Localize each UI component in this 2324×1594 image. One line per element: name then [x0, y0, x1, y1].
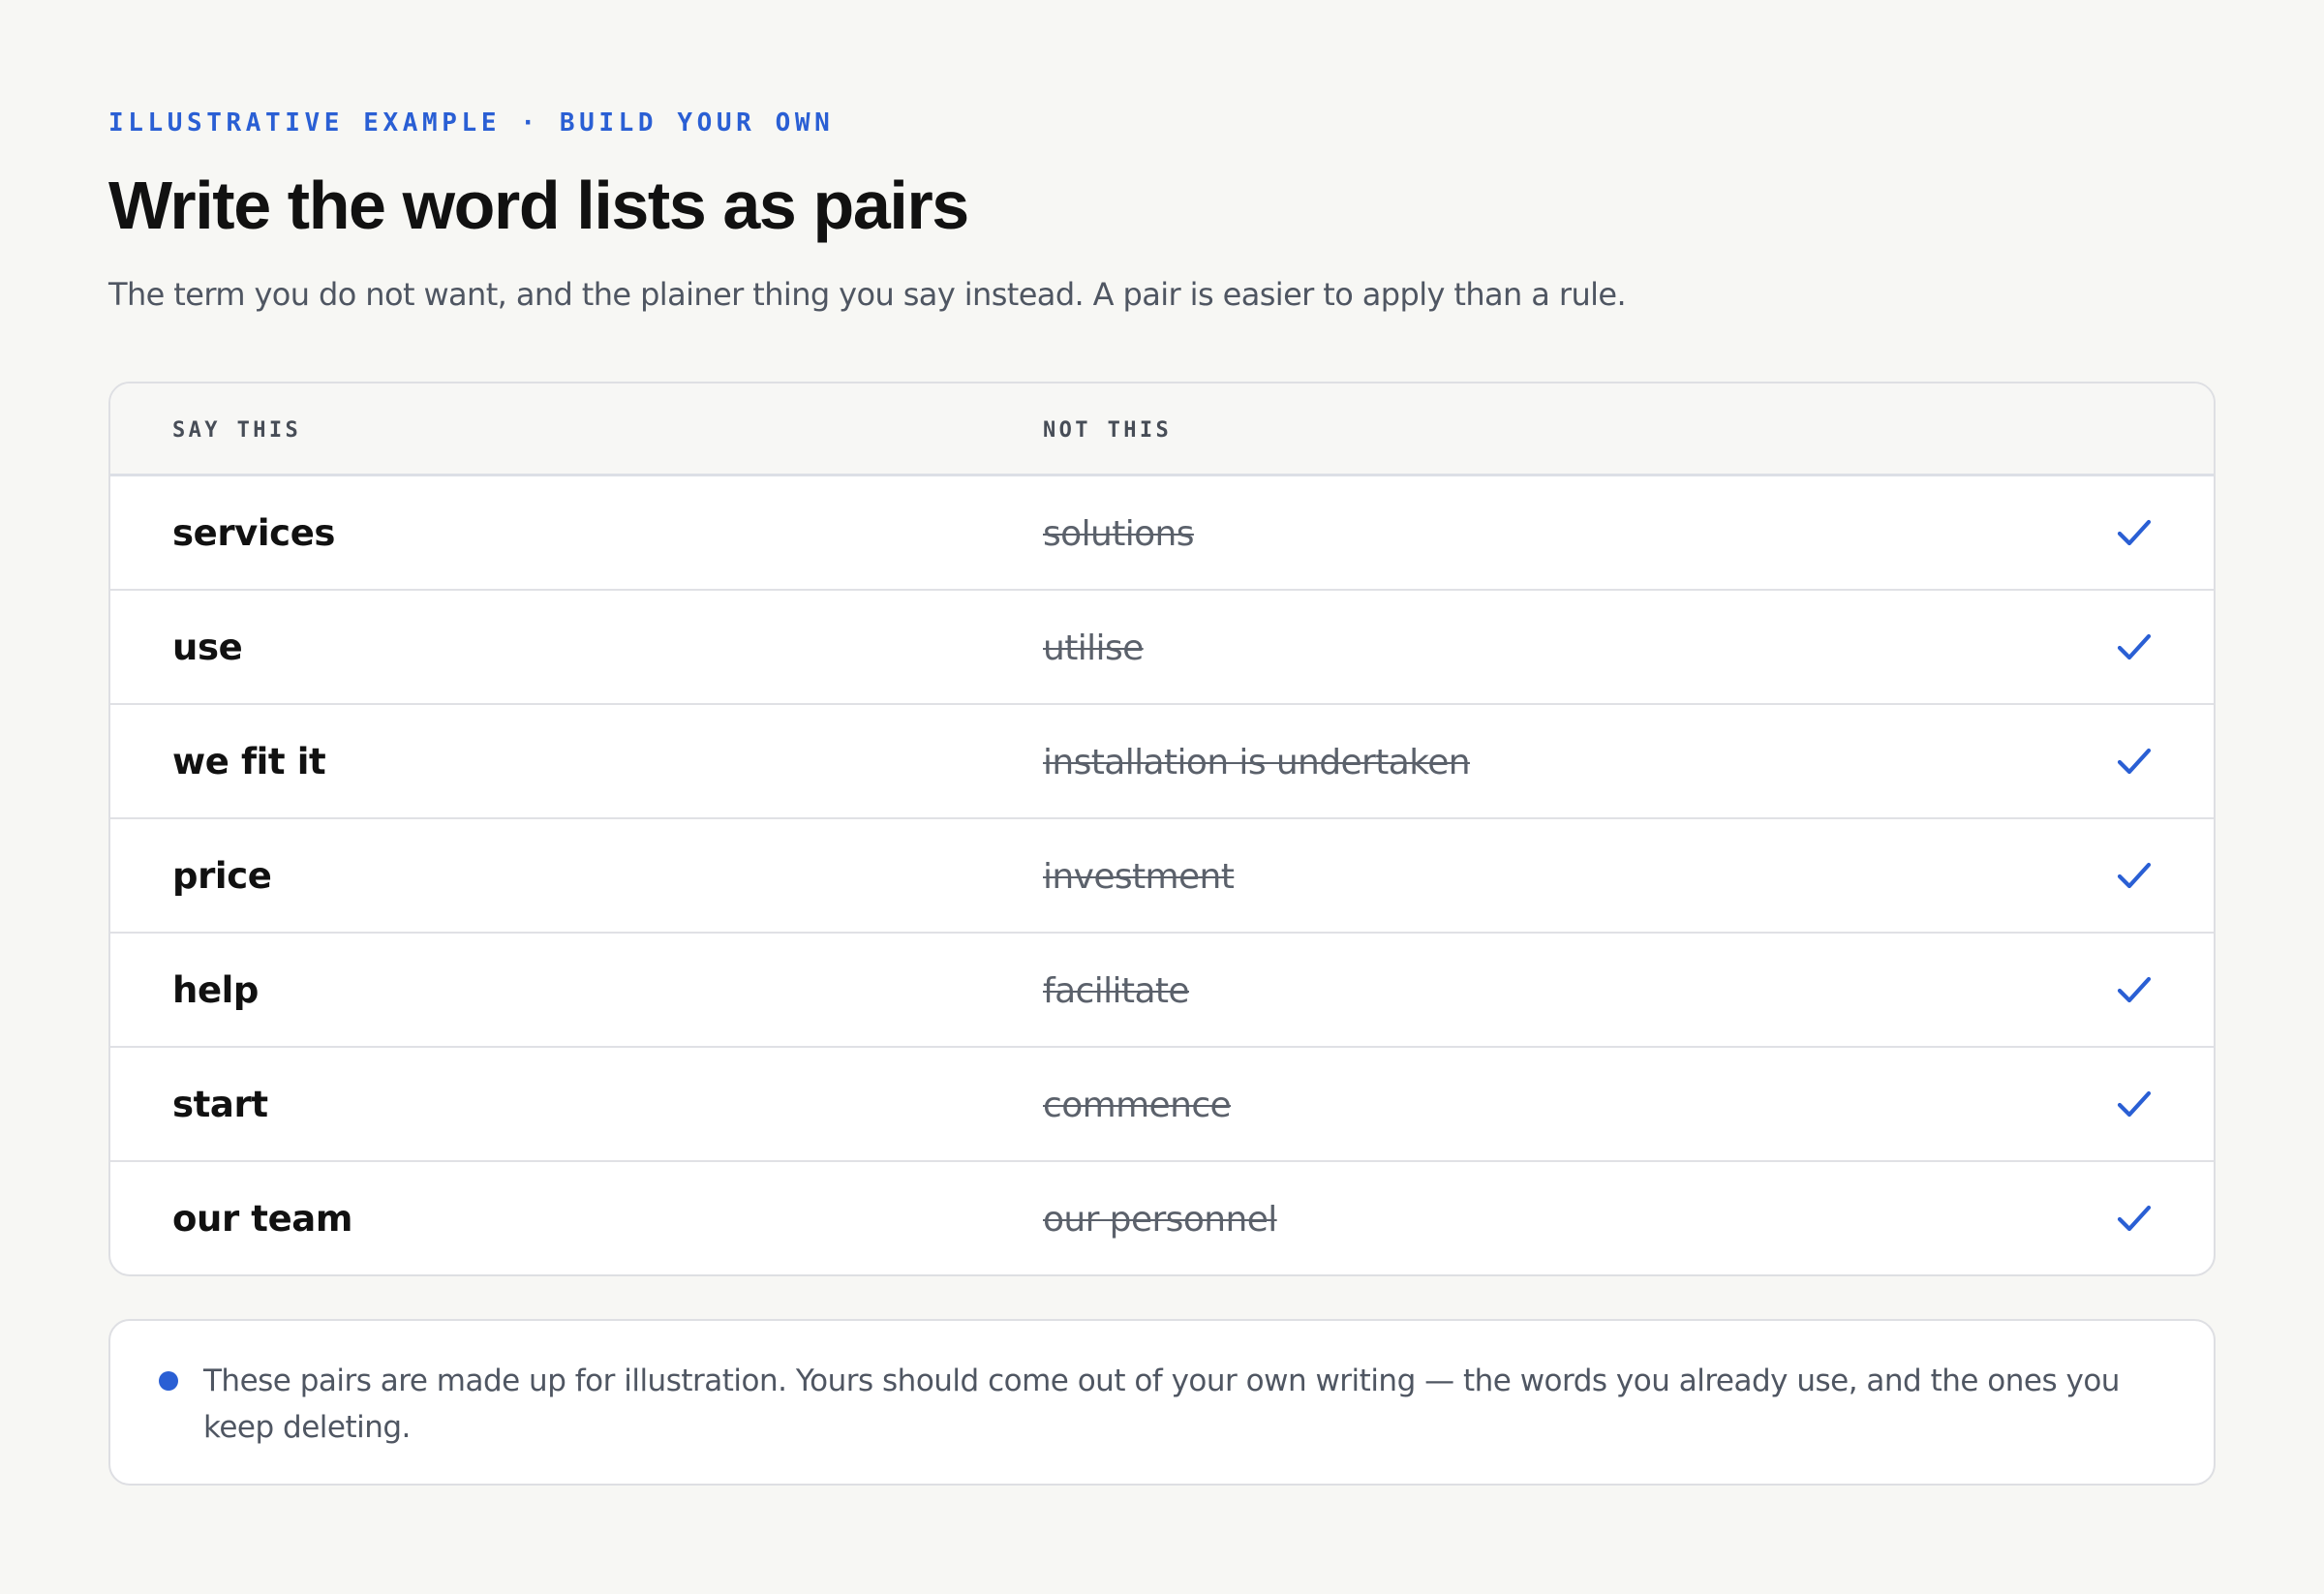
check-icon [2117, 519, 2152, 546]
column-header-not-this: NOT THIS [1043, 418, 1173, 443]
say-this-term: we fit it [172, 741, 326, 782]
say-this-term: our team [172, 1198, 352, 1240]
illustration-note: These pairs are made up for illustration… [108, 1319, 2216, 1486]
table-row: our team our personnel [110, 1162, 2214, 1274]
not-this-term: our personnel [1043, 1200, 1277, 1240]
table-row: price investment [110, 819, 2214, 934]
table-row: we fit it installation is undertaken [110, 705, 2214, 819]
check-icon [2117, 633, 2152, 660]
page-title: Write the word lists as pairs [108, 168, 969, 243]
table-row: use utilise [110, 591, 2214, 705]
check-icon [2117, 862, 2152, 889]
table-row: start commence [110, 1048, 2214, 1162]
table-row: help facilitate [110, 934, 2214, 1048]
say-this-term: use [172, 627, 243, 668]
not-this-term: solutions [1043, 514, 1195, 554]
column-header-say-this: SAY THIS [172, 418, 302, 443]
check-icon [2117, 1205, 2152, 1232]
not-this-term: commence [1043, 1086, 1232, 1125]
not-this-term: installation is undertaken [1043, 743, 1471, 782]
say-this-term: services [172, 512, 336, 554]
say-this-term: help [172, 969, 260, 1011]
bullet-dot-icon [159, 1371, 178, 1391]
not-this-term: facilitate [1043, 971, 1190, 1011]
say-this-term: price [172, 855, 272, 897]
table-header: SAY THIS NOT THIS [110, 383, 2214, 476]
word-pairs-table: SAY THIS NOT THIS services solutions use… [108, 382, 2216, 1276]
table-row: services solutions [110, 476, 2214, 591]
not-this-term: investment [1043, 857, 1235, 897]
not-this-term: utilise [1043, 628, 1144, 668]
say-this-term: start [172, 1084, 268, 1125]
page-subtitle: The term you do not want, and the plaine… [108, 276, 1627, 313]
check-icon [2117, 976, 2152, 1003]
eyebrow-label: ILLUSTRATIVE EXAMPLE · BUILD YOUR OWN [108, 108, 835, 138]
check-icon [2117, 1090, 2152, 1118]
note-text: These pairs are made up for illustration… [203, 1364, 2120, 1445]
check-icon [2117, 748, 2152, 775]
